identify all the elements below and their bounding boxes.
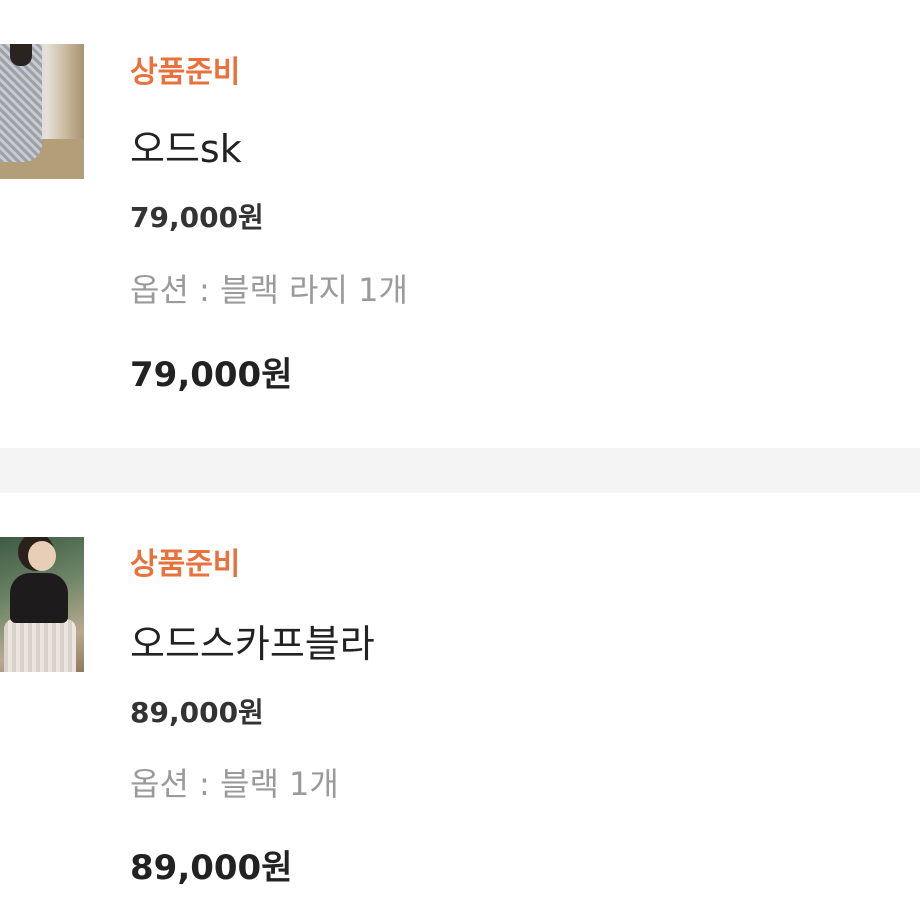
- section-divider: [0, 448, 920, 493]
- product-thumbnail[interactable]: [0, 44, 84, 179]
- product-option: 옵션 : 블랙 라지 1개: [130, 271, 408, 309]
- order-total: 89,000원: [130, 848, 293, 888]
- thumbnail-head: [28, 541, 56, 571]
- order-item[interactable]: 상품준비 오드sk 79,000원 옵션 : 블랙 라지 1개 79,000원: [0, 0, 920, 448]
- thumbnail-body: [10, 573, 68, 623]
- thumbnail-hair: [10, 44, 32, 66]
- order-status: 상품준비: [130, 547, 241, 582]
- product-name[interactable]: 오드sk: [130, 130, 242, 168]
- thumbnail-skirt: [4, 619, 76, 672]
- order-status: 상품준비: [130, 55, 241, 90]
- order-total: 79,000원: [130, 355, 293, 395]
- product-name[interactable]: 오드스카프블라: [130, 625, 375, 663]
- product-option: 옵션 : 블랙 1개: [130, 765, 339, 803]
- product-price: 79,000원: [130, 201, 264, 234]
- product-thumbnail[interactable]: [0, 537, 84, 672]
- order-item[interactable]: 상품준비 오드스카프블라 89,000원 옵션 : 블랙 1개 89,000원: [0, 493, 920, 920]
- product-price: 89,000원: [130, 696, 264, 729]
